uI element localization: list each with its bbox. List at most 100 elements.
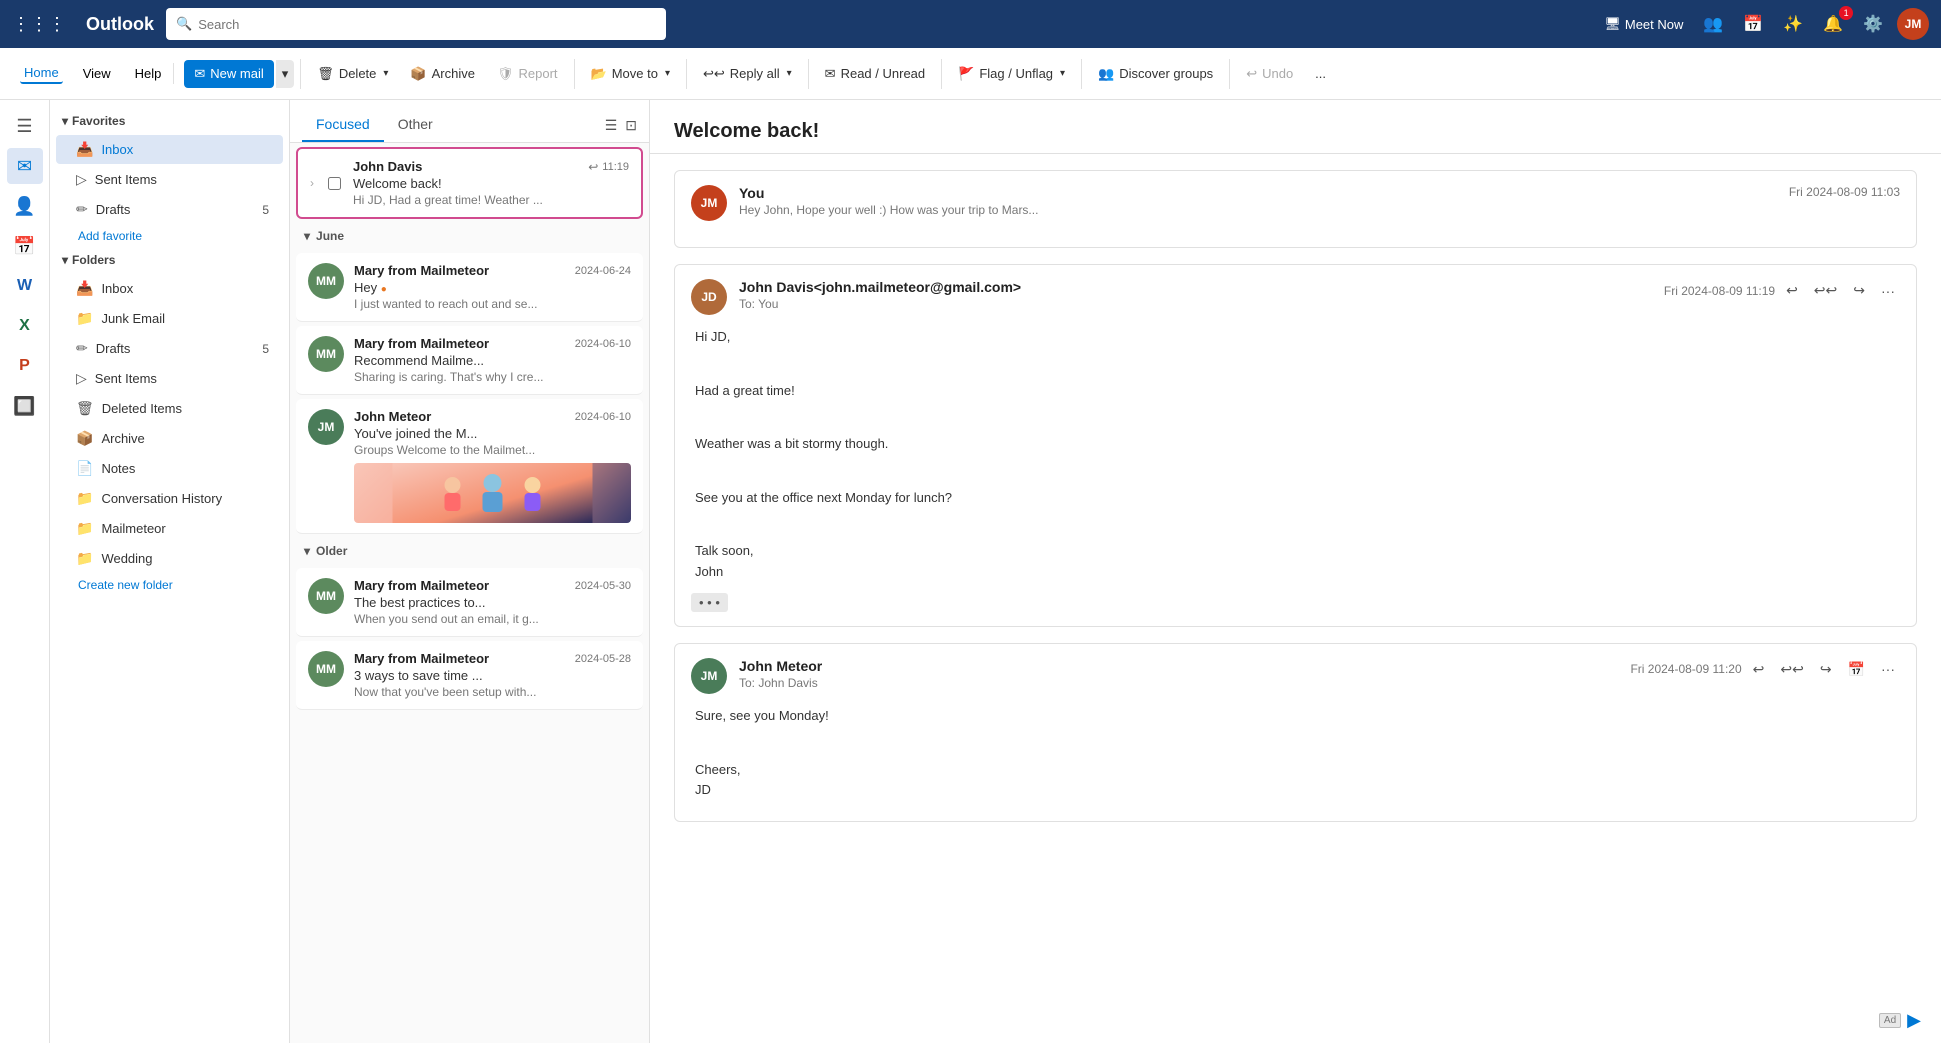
calendar-add-button-3[interactable]: 📅: [1843, 658, 1870, 681]
report-button[interactable]: 🛡 Report: [487, 60, 568, 88]
discover-groups-button[interactable]: 👥 Discover groups: [1088, 60, 1223, 88]
forward-button-2[interactable]: ↪: [1848, 279, 1870, 302]
message-header-2: JD John Davis<john.mailmeteor@gmail.com>…: [691, 279, 1900, 315]
rail-powerpoint[interactable]: P: [7, 348, 43, 384]
rail-excel[interactable]: X: [7, 308, 43, 344]
sidebar-item-deleted[interactable]: 🗑 Deleted Items: [56, 394, 283, 423]
email-header-june-1: Mary from Mailmeteor 2024-06-24: [354, 263, 631, 278]
sidebar-item-conversation[interactable]: 📁 Conversation History: [56, 484, 283, 513]
email-item-june-1[interactable]: MM Mary from Mailmeteor 2024-06-24 Hey ●…: [296, 253, 643, 322]
sidebar-item-drafts[interactable]: ✏ Drafts 5: [56, 334, 283, 363]
expand-icon[interactable]: ›: [310, 176, 314, 190]
email-item-selected[interactable]: › John Davis ↩ 11:19 Welcome back! Hi JD…: [296, 147, 643, 219]
tab-view-icon[interactable]: ⊡: [625, 117, 637, 134]
folders-header[interactable]: ▾ Folders: [50, 247, 289, 273]
calendar-icon-button[interactable]: 📅: [1737, 10, 1769, 38]
email-content-june-3: John Meteor 2024-06-10 You've joined the…: [354, 409, 631, 523]
nav-help[interactable]: Help: [131, 64, 166, 83]
message-meta-1: You Hey John, Hope your well :) How was …: [739, 185, 1777, 217]
message-meta-3: John Meteor To: John Davis: [739, 658, 1618, 690]
read-unread-icon: ✉: [825, 66, 836, 82]
email-content-older-2: Mary from Mailmeteor 2024-05-28 3 ways t…: [354, 651, 631, 699]
sidebar: ▾ Favorites 📥 Inbox ▷ Sent Items ✏ Draft…: [50, 100, 290, 1043]
copilot-icon-button[interactable]: ✨: [1777, 10, 1809, 38]
nav-home[interactable]: Home: [20, 63, 63, 84]
section-june[interactable]: ▾ June: [290, 223, 649, 249]
reply-button-3[interactable]: ↩: [1748, 658, 1770, 681]
delete-icon: 🗑: [317, 66, 334, 82]
reply-button-2[interactable]: ↩: [1781, 279, 1803, 302]
reply-all-button-3[interactable]: ↩↩: [1775, 658, 1808, 681]
left-rail: ☰ ✉ 👤 📅 W X P 🔲: [0, 100, 50, 1043]
sidebar-item-inbox[interactable]: 📥 Inbox: [56, 274, 283, 303]
reply-all-button-2[interactable]: ↩↩: [1809, 279, 1842, 302]
add-favorite-link[interactable]: Add favorite: [50, 225, 289, 247]
app-logo: Outlook: [86, 14, 154, 35]
sidebar-item-junk[interactable]: 📁 Junk Email: [56, 304, 283, 333]
tab-other[interactable]: Other: [384, 108, 447, 142]
undo-button[interactable]: ↩ Undo: [1236, 60, 1303, 88]
sidebar-item-sent[interactable]: ▷ Sent Items: [56, 364, 283, 393]
nav-view[interactable]: View: [79, 64, 115, 83]
email-item-older-1[interactable]: MM Mary from Mailmeteor 2024-05-30 The b…: [296, 568, 643, 637]
sidebar-item-mailmeteor[interactable]: 📁 Mailmeteor: [56, 514, 283, 543]
reply-all-icon: ↩↩: [703, 66, 725, 82]
email-item-older-2[interactable]: MM Mary from Mailmeteor 2024-05-28 3 way…: [296, 641, 643, 710]
rail-hamburger[interactable]: ☰: [7, 108, 43, 144]
email-from-selected: John Davis: [353, 159, 422, 174]
message-actions-2: Fri 2024-08-09 11:19 ↩ ↩↩ ↪ ···: [1664, 279, 1900, 302]
main-layout: ☰ ✉ 👤 📅 W X P 🔲 ▾ Favorites 📥 Inbox ▷ Se…: [0, 100, 1941, 1043]
email-from-older-1: Mary from Mailmeteor: [354, 578, 489, 593]
move-to-button[interactable]: 📂 Move to ▾: [581, 60, 680, 88]
new-mail-dropdown[interactable]: ▾: [276, 60, 295, 88]
forward-button-3[interactable]: ↪: [1815, 658, 1837, 681]
teams-icon-button[interactable]: 👥: [1697, 10, 1729, 38]
email-item-june-3[interactable]: JM John Meteor 2024-06-10 You've joined …: [296, 399, 643, 534]
meet-now-button[interactable]: 🖥 Meet Now: [1598, 12, 1689, 36]
sidebar-item-inbox-fav[interactable]: 📥 Inbox: [56, 135, 283, 164]
delete-button[interactable]: 🗑 Delete ▾: [307, 60, 398, 88]
sidebar-item-drafts-fav[interactable]: ✏ Drafts 5: [56, 195, 283, 224]
sidebar-item-archive[interactable]: 📦 Archive: [56, 424, 283, 453]
section-older[interactable]: ▾ Older: [290, 538, 649, 564]
email-checkbox[interactable]: [328, 177, 341, 190]
copilot-ad-icon[interactable]: ▶: [1907, 1010, 1921, 1031]
waffle-icon[interactable]: ⋮⋮⋮: [12, 14, 66, 35]
settings-button[interactable]: ⚙️: [1857, 10, 1889, 38]
teams-icon: 👥: [1703, 14, 1723, 34]
rail-contacts[interactable]: 👤: [7, 188, 43, 224]
reply-all-button[interactable]: ↩↩ Reply all ▾: [693, 60, 802, 88]
create-folder-link[interactable]: Create new folder: [50, 574, 289, 596]
sidebar-item-sent-fav[interactable]: ▷ Sent Items: [56, 165, 283, 194]
rail-word[interactable]: W: [7, 268, 43, 304]
user-avatar[interactable]: JM: [1897, 8, 1929, 40]
archive-button[interactable]: 📦 Archive: [400, 60, 485, 88]
email-content-selected: John Davis ↩ 11:19 Welcome back! Hi JD, …: [353, 159, 629, 207]
ribbon-separator-4: [808, 59, 809, 89]
tab-filter-icon[interactable]: ☰: [605, 117, 618, 134]
favorites-header[interactable]: ▾ Favorites: [50, 108, 289, 134]
read-unread-button[interactable]: ✉ Read / Unread: [815, 60, 935, 88]
rail-calendar[interactable]: 📅: [7, 228, 43, 264]
message-actions-3: Fri 2024-08-09 11:20 ↩ ↩↩ ↪ 📅 ···: [1630, 658, 1900, 681]
email-item-june-2[interactable]: MM Mary from Mailmeteor 2024-06-10 Recom…: [296, 326, 643, 395]
more-button-2[interactable]: ···: [1876, 280, 1900, 302]
new-mail-button[interactable]: ✉ New mail: [184, 60, 273, 88]
search-input[interactable]: [198, 17, 656, 32]
tab-focused[interactable]: Focused: [302, 108, 384, 142]
avatar-john-davis: JD: [691, 279, 727, 315]
email-subject-selected: Welcome back!: [353, 176, 629, 191]
rail-groups[interactable]: 🔲: [7, 388, 43, 424]
monitor-icon: 🖥: [1604, 16, 1621, 32]
email-date-june-2: 2024-06-10: [575, 338, 631, 350]
sidebar-item-notes[interactable]: 📄 Notes: [56, 454, 283, 483]
rail-mail[interactable]: ✉: [7, 148, 43, 184]
more-button[interactable]: ...: [1305, 60, 1336, 87]
more-button-3[interactable]: ···: [1876, 658, 1900, 680]
sidebar-item-wedding[interactable]: 📁 Wedding: [56, 544, 283, 573]
email-list: Focused Other ☰ ⊡ › John Davis ↩ 11:19: [290, 100, 650, 1043]
flag-unflag-button[interactable]: 🚩 Flag / Unflag ▾: [948, 60, 1075, 88]
expand-message-button-2[interactable]: • • •: [691, 593, 728, 612]
replied-icon: ↩: [588, 160, 598, 174]
notification-bell-wrap: 🔔 1: [1817, 10, 1849, 38]
